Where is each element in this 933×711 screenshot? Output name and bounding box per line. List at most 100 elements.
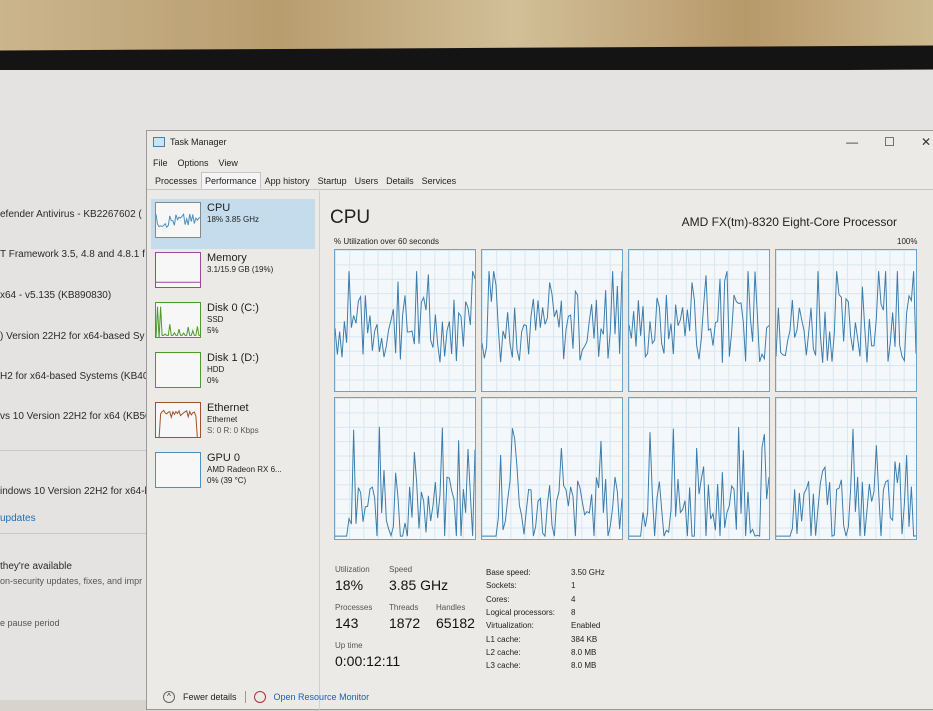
graph-label: % Utilization over 60 seconds (334, 237, 439, 246)
threads-label: Threads (389, 603, 419, 612)
spec-label: Cores: (486, 594, 510, 604)
spec-label: Base speed: (486, 568, 531, 577)
processor-name: AMD FX(tm)-8320 Eight-Core Processor (681, 215, 897, 229)
sidebar-item-label: Disk 1 (D:) (207, 352, 259, 364)
core-graph-3 (775, 249, 917, 392)
core-usage-line (776, 428, 916, 537)
sidebar-item-detail: HDD (207, 365, 225, 374)
core-usage-line (629, 427, 769, 537)
utilization-value: 18% (335, 577, 364, 593)
section-desc: on-security updates, fixes, and impr (0, 576, 143, 586)
resource-monitor-icon (253, 691, 266, 703)
tab-app-history[interactable]: App history (261, 172, 314, 189)
uptime-label: Up time (335, 641, 363, 650)
sidebar-item-detail: 5% (207, 326, 219, 335)
sidebar-item-detail: 0% (207, 376, 219, 385)
spec-value: Enabled (571, 621, 601, 631)
menu-view[interactable]: View (219, 158, 238, 168)
updates-link[interactable]: updates (0, 513, 36, 524)
update-item: x64 - v5.135 (KB890830) (0, 290, 112, 301)
core-usage-line (335, 271, 475, 363)
speed-label: Speed (389, 565, 413, 574)
update-item: vs 10 Version 22H2 for x64 (KB50 (0, 411, 151, 422)
sidebar-item-ethernet[interactable]: Ethernet Ethernet S: 0 R: 0 Kbps (151, 399, 315, 449)
sidebar-item-detail: S: 0 R: 0 Kbps (207, 426, 259, 435)
footer: ^ Fewer details Open Resource Monitor (163, 691, 369, 703)
menu-bar: File Options View (147, 153, 933, 172)
core-usage-line (335, 426, 475, 538)
tab-startup[interactable]: Startup (314, 172, 351, 189)
divider (244, 691, 246, 703)
memory-thumbnail-graph (155, 252, 201, 288)
sidebar-item-gpu-0[interactable]: GPU 0 AMD Radeon RX 6... 0% (39 °C) (151, 449, 315, 499)
core-graph-6 (628, 397, 770, 540)
spec-label: Logical processors: (486, 607, 555, 617)
sidebar-item-detail: SSD (207, 315, 224, 324)
sidebar-item-memory[interactable]: Memory 3.1/15.9 GB (19%) (151, 249, 315, 299)
tab-performance[interactable]: Performance (201, 172, 261, 189)
ethernet-thumbnail-graph (155, 402, 201, 438)
spec-label: L1 cache: (486, 634, 521, 644)
core-usage-line (482, 271, 622, 363)
sidebar-item-detail: 3.1/15.9 GB (19%) (207, 265, 274, 274)
handles-value: 65182 (436, 615, 475, 631)
core-graph-grid[interactable] (334, 249, 917, 541)
pause-text: e pause period (0, 618, 60, 628)
sidebar-item-label: Memory (207, 252, 247, 264)
task-manager-icon (153, 137, 165, 147)
core-graph-2 (628, 249, 770, 392)
cpu-thumbnail-graph (155, 202, 201, 238)
menu-file[interactable]: File (153, 158, 168, 168)
tab-processes[interactable]: Processes (151, 172, 201, 189)
spec-value: 4 (571, 594, 576, 604)
minimize-button[interactable]: — (846, 135, 858, 149)
core-usage-line (776, 271, 916, 363)
spec-label: Sockets: (486, 581, 517, 591)
update-item: H2 for x64-based Systems (KB40 (0, 371, 149, 382)
sidebar-item-disk-0[interactable]: Disk 0 (C:) SSD 5% (151, 299, 315, 349)
core-graph-0 (334, 249, 476, 392)
maximize-button[interactable]: ☐ (884, 135, 895, 149)
page-title: CPU (330, 207, 371, 228)
speed-value: 3.85 GHz (389, 577, 449, 593)
disk1-thumbnail-graph (155, 352, 201, 388)
threads-value: 1872 (389, 615, 421, 631)
spec-value: 384 KB (571, 634, 598, 644)
tab-users[interactable]: Users (351, 172, 383, 189)
gpu-thumbnail-graph (155, 452, 201, 488)
window-title: Task Manager (170, 137, 227, 147)
sidebar-item-label: Disk 0 (C:) (207, 302, 259, 314)
tab-details[interactable]: Details (382, 172, 418, 189)
spec-value: 3.50 GHz (571, 568, 605, 577)
sidebar-item-label: CPU (207, 202, 231, 214)
tab-services[interactable]: Services (418, 172, 461, 189)
utilization-label: Utilization (335, 565, 370, 574)
update-item: T Framework 3.5, 4.8 and 4.8.1 f (0, 249, 145, 260)
sidebar-item-label: GPU 0 (207, 452, 241, 464)
spec-label: L3 cache: (486, 661, 521, 671)
handles-label: Handles (436, 603, 466, 612)
graph-max-label: 100% (897, 237, 918, 246)
sidebar-item-detail: 0% (39 °C) (207, 476, 247, 485)
sidebar-item-disk-1[interactable]: Disk 1 (D:) HDD 0% (151, 349, 315, 399)
fewer-details-button[interactable]: Fewer details (183, 692, 237, 702)
update-item: efender Antivirus - KB2267602 ( (0, 209, 142, 220)
sidebar-item-cpu[interactable]: CPU 18% 3.85 GHz (151, 199, 315, 249)
menu-options[interactable]: Options (178, 158, 209, 168)
open-resource-monitor-link[interactable]: Open Resource Monitor (274, 692, 370, 702)
spec-value: 1 (571, 581, 576, 591)
resource-sidebar: CPU 18% 3.85 GHz Memory 3.1/15.9 GB (19%) … (151, 199, 315, 499)
spec-value: 8.0 MB (571, 661, 597, 671)
close-button[interactable]: ✕ (921, 135, 931, 149)
spec-value: 8 (571, 607, 576, 617)
title-bar[interactable]: Task Manager — ☐ ✕ (147, 131, 933, 153)
sidebar-divider[interactable] (319, 191, 320, 711)
disk0-thumbnail-graph (155, 302, 201, 338)
core-graph-7 (775, 397, 917, 540)
thumbnail-line (158, 409, 198, 437)
core-graph-4 (334, 397, 476, 540)
processes-label: Processes (335, 603, 373, 612)
update-item: indows 10 Version 22H2 for x64-b (0, 486, 151, 497)
spec-label: Virtualization: (486, 621, 534, 631)
sidebar-item-detail: Ethernet (207, 415, 238, 424)
